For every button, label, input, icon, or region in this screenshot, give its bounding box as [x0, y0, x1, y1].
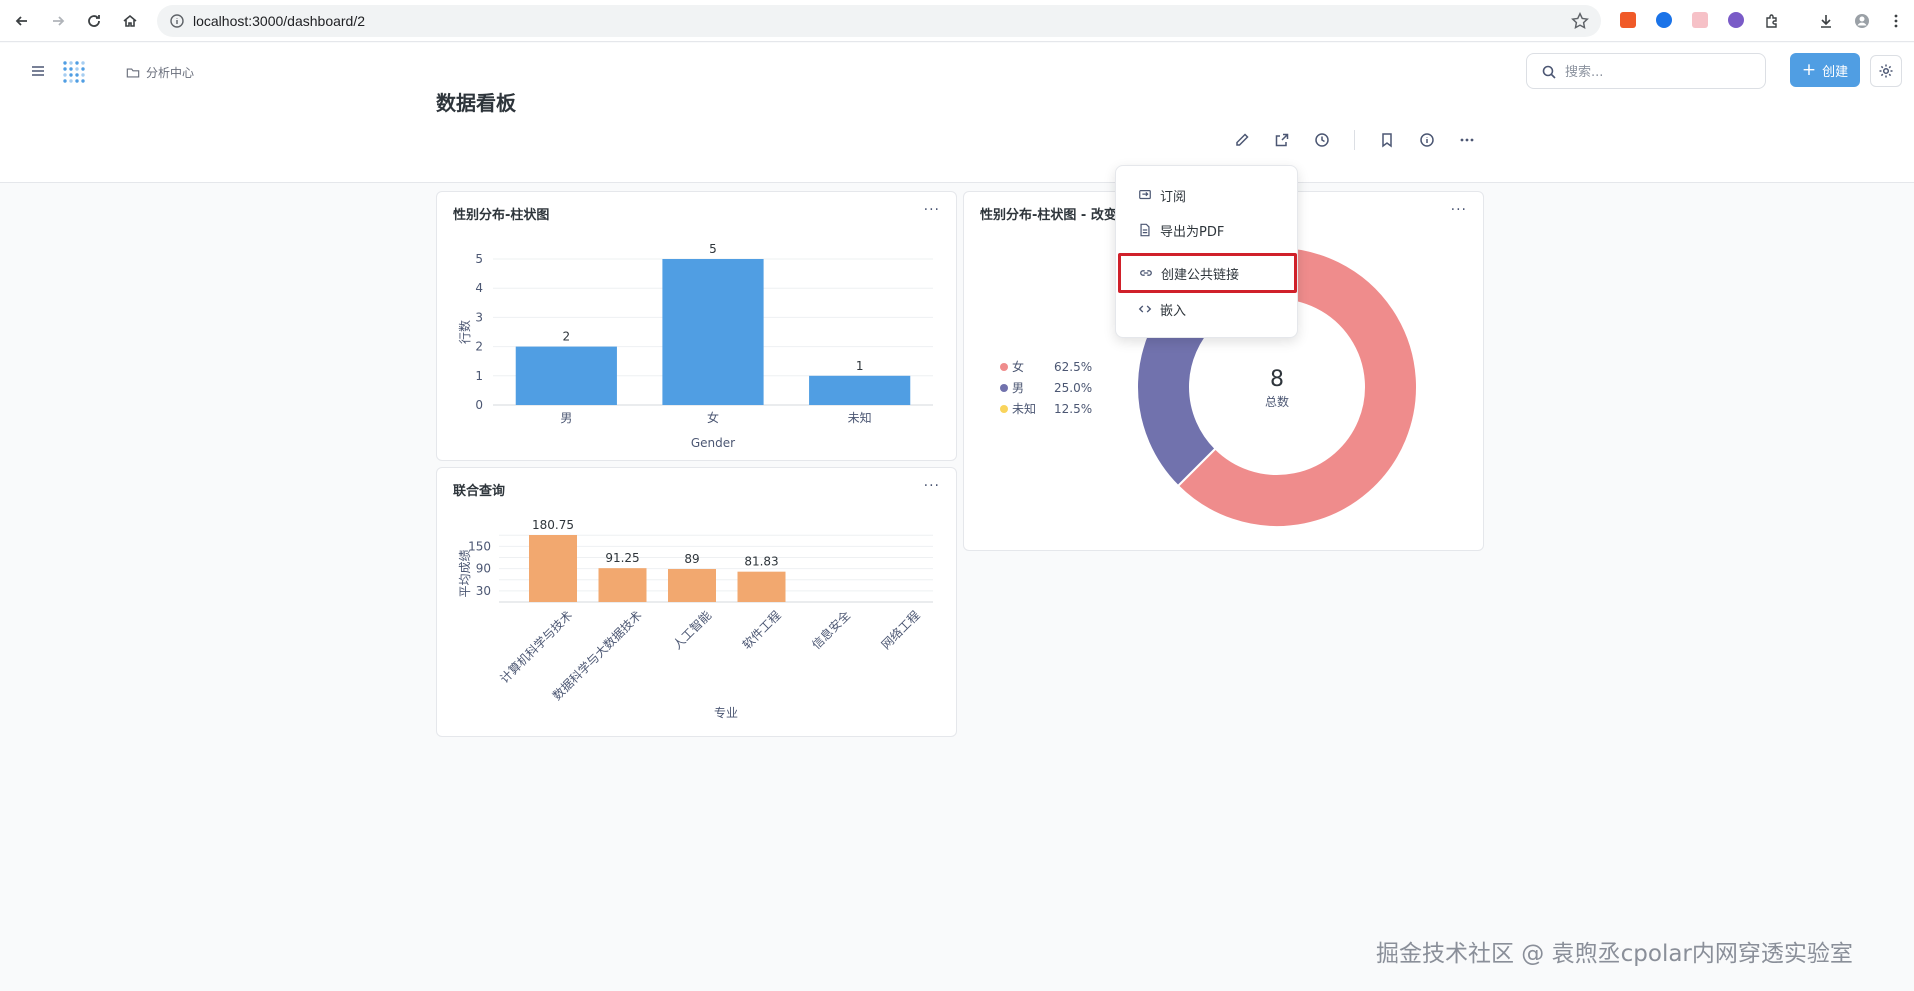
x-axis-label: Gender	[691, 436, 735, 450]
folder-icon	[126, 67, 140, 78]
extension-icon[interactable]	[1620, 12, 1636, 28]
x-tick-label: 软件工程	[739, 608, 784, 653]
menu-item-embed[interactable]: 嵌入	[1124, 294, 1289, 324]
browser-menu-icon[interactable]	[1884, 9, 1908, 33]
toolbar-divider	[1354, 130, 1355, 150]
bar-chart-card[interactable]: 性别分布-柱状图 ··· 0 1 2 3 4 5 2 男 5 女 1 未知 Gender 行数	[436, 191, 957, 461]
donut-center-value: 8	[1270, 367, 1284, 392]
y-tick-label: 3	[475, 310, 483, 324]
y-axis-label: 平均成绩	[458, 549, 472, 597]
document-icon	[1140, 223, 1150, 237]
gender-bar-chart: 0 1 2 3 4 5 2 男 5 女 1 未知 Gender 行数	[457, 242, 933, 450]
info-icon[interactable]	[1417, 130, 1437, 150]
reload-icon[interactable]	[82, 9, 106, 33]
forward-icon[interactable]	[46, 9, 70, 33]
share-icon[interactable]	[1272, 130, 1292, 150]
app-header: 分析中心 + 创建	[0, 43, 1914, 183]
x-axis-label: 专业	[714, 705, 738, 720]
y-tick-label: 90	[476, 562, 491, 576]
y-tick-label: 0	[475, 398, 483, 412]
address-bar[interactable]: localhost:3000/dashboard/2	[157, 5, 1601, 37]
breadcrumb[interactable]: 分析中心	[126, 64, 194, 81]
major-score-bar-chart: 3090150180.75计算机科学与技术91.25数据科学与大数据技术89人工…	[458, 518, 933, 720]
x-tick-label: 女	[707, 410, 719, 425]
download-icon[interactable]	[1814, 9, 1838, 33]
home-icon[interactable]	[118, 9, 142, 33]
donut-center-label: 总数	[1265, 394, 1289, 409]
hamburger-menu-icon[interactable]	[30, 63, 46, 79]
search-icon	[1542, 65, 1556, 79]
data-label: 81.83	[744, 555, 778, 569]
join-query-card[interactable]: 联合查询 ··· 30 90 150 180.75 计算机科学与技术 91.25 数据科学与…	[436, 467, 957, 737]
data-label: 2	[563, 330, 571, 344]
url-text[interactable]: localhost:3000/dashboard/2	[193, 13, 365, 29]
y-tick-label: 5	[475, 252, 483, 266]
bar	[598, 568, 647, 602]
plus-icon: +	[1801, 59, 1817, 80]
create-label: 创建	[1822, 64, 1849, 80]
data-label: 5	[709, 242, 717, 256]
y-tick-label: 4	[475, 281, 483, 295]
browser-toolbar: localhost:3000/dashboard/2	[0, 0, 1914, 42]
edit-pencil-icon[interactable]	[1232, 130, 1252, 150]
link-icon	[1140, 270, 1152, 276]
data-label: 89	[684, 552, 699, 566]
gear-icon	[1879, 64, 1893, 78]
y-axis-label: 行数	[457, 320, 472, 344]
menu-item-label: 嵌入	[1160, 303, 1187, 319]
more-options-icon[interactable]	[1457, 130, 1477, 150]
breadcrumb-collection[interactable]: 分析中心	[146, 64, 194, 81]
page-title: 数据看板	[436, 91, 516, 115]
app-logo[interactable]	[60, 57, 90, 87]
x-tick-label: 人工智能	[670, 608, 715, 653]
profile-avatar-icon[interactable]	[1850, 9, 1874, 33]
back-icon[interactable]	[10, 9, 34, 33]
menu-item-label: 导出为PDF	[1160, 224, 1225, 240]
x-tick-label: 未知	[848, 411, 872, 425]
x-tick-label: 信息安全	[809, 608, 854, 653]
extensions-puzzle-icon[interactable]	[1760, 9, 1784, 33]
search-input[interactable]	[1565, 62, 1755, 82]
menu-item-create-public-link[interactable]: 创建公共链接	[1118, 253, 1297, 293]
bookmark-icon[interactable]	[1377, 130, 1397, 150]
extension-icon[interactable]	[1656, 12, 1672, 28]
create-button[interactable]: + 创建	[1790, 53, 1860, 87]
site-info-icon[interactable]	[169, 13, 185, 29]
data-label: 91.25	[605, 551, 639, 565]
x-tick-label: 计算机科学与技术	[497, 608, 575, 686]
data-label: 180.75	[532, 518, 574, 532]
bar	[529, 535, 577, 602]
menu-item-label: 订阅	[1160, 189, 1187, 205]
x-tick-label: 男	[560, 411, 572, 425]
bar	[737, 571, 786, 602]
menu-item-label: 创建公共链接	[1161, 267, 1240, 283]
bar	[809, 375, 911, 405]
history-clock-icon[interactable]	[1312, 130, 1332, 150]
bar	[515, 346, 617, 405]
dashboard-more-menu: 订阅 导出为PDF 创建公共链接 嵌入	[1115, 165, 1298, 338]
code-icon	[1138, 305, 1152, 313]
data-label: 1	[856, 359, 864, 373]
watermark-text: 掘金技术社区 @ 袁煦丞cpolar内网穿透实验室	[1376, 941, 1853, 967]
bookmark-star-icon[interactable]	[1571, 12, 1589, 30]
y-tick-label: 2	[475, 340, 483, 354]
x-tick-label: 网络工程	[878, 608, 923, 653]
menu-item-subscribe[interactable]: 订阅	[1124, 180, 1289, 210]
subscribe-icon	[1139, 190, 1151, 200]
extension-icon[interactable]	[1692, 12, 1708, 28]
search-box[interactable]	[1526, 53, 1766, 89]
y-tick-label: 1	[475, 369, 483, 383]
extension-icon[interactable]	[1728, 12, 1744, 28]
menu-item-export-pdf[interactable]: 导出为PDF	[1124, 215, 1289, 245]
settings-button[interactable]	[1870, 55, 1902, 87]
bar	[662, 259, 764, 405]
y-tick-label: 30	[476, 584, 491, 598]
bar	[668, 569, 716, 602]
